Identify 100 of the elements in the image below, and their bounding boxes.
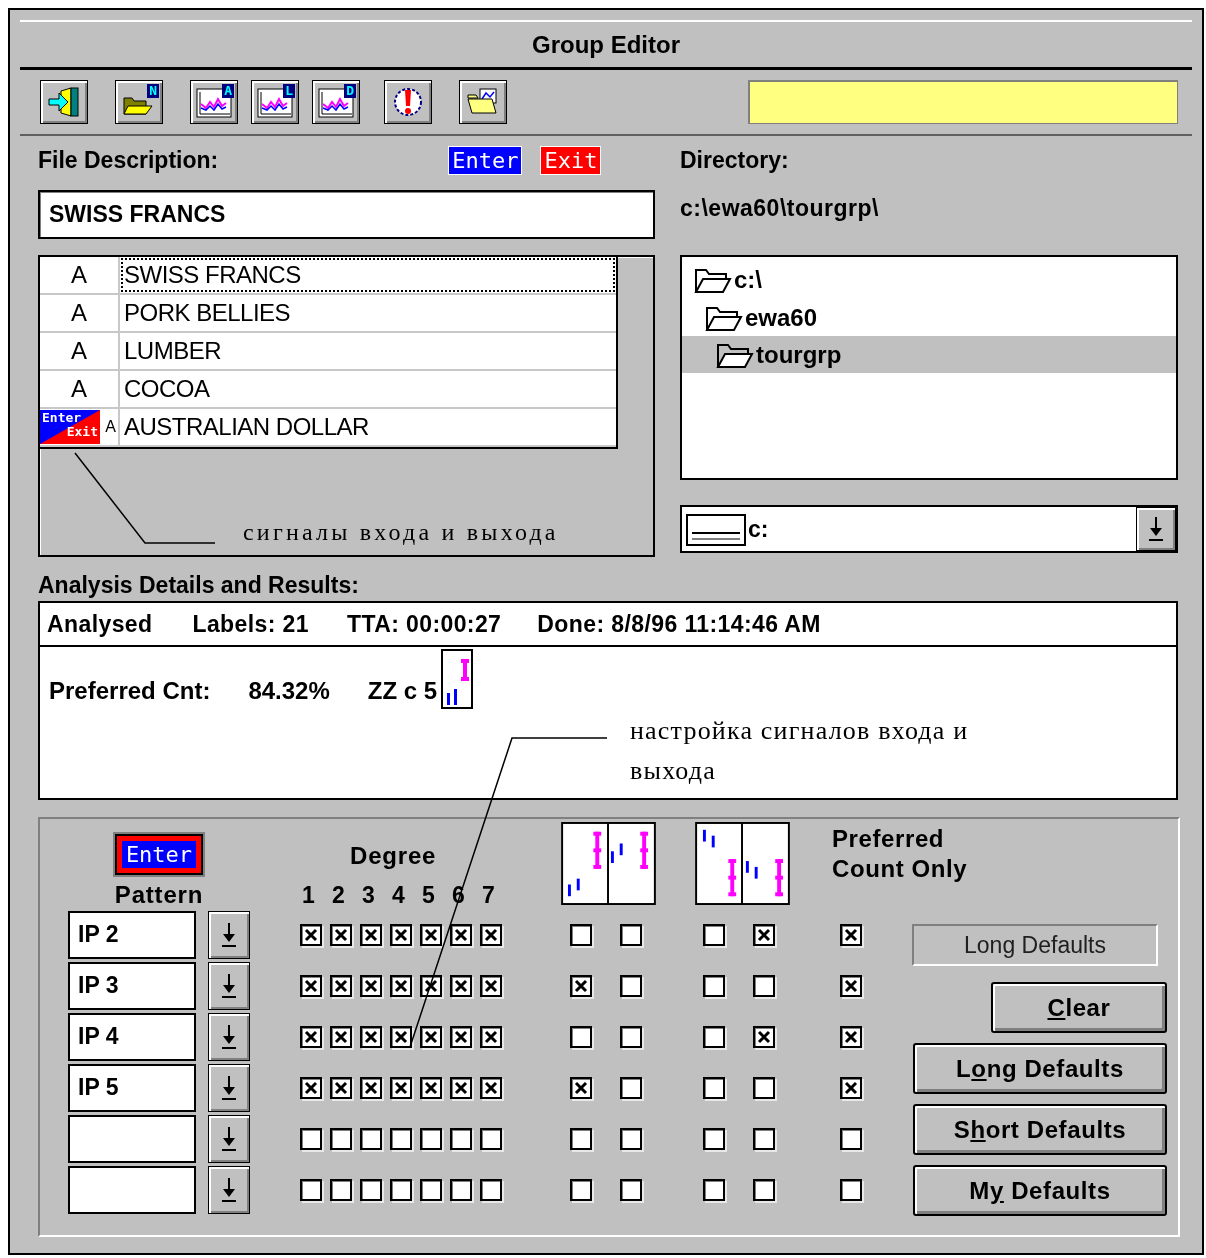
checkbox[interactable] xyxy=(390,1178,412,1201)
checkbox[interactable] xyxy=(420,1178,442,1201)
checkbox[interactable] xyxy=(390,974,412,997)
checkbox[interactable] xyxy=(450,1178,472,1201)
dropdown-button[interactable] xyxy=(208,961,250,1010)
dropdown-button[interactable] xyxy=(208,1165,250,1214)
action-button[interactable]: Short Defaults xyxy=(913,1104,1167,1155)
checkbox[interactable] xyxy=(450,1025,472,1048)
checkbox[interactable] xyxy=(570,1178,592,1201)
checkbox[interactable] xyxy=(330,923,352,946)
list-row[interactable]: A SWISS FRANCS xyxy=(40,257,616,295)
toolbar-button[interactable]: N xyxy=(115,80,163,124)
list-row[interactable]: A Enter Exit AUSTRALIAN DOLLAR xyxy=(40,409,616,447)
toolbar-button[interactable] xyxy=(384,80,432,124)
checkbox[interactable] xyxy=(480,1025,502,1048)
checkbox[interactable] xyxy=(703,923,725,946)
pattern-field[interactable]: IP 2 xyxy=(68,910,196,959)
list-row[interactable]: A COCOA xyxy=(40,371,616,409)
list-row[interactable]: A LUMBER xyxy=(40,333,616,371)
checkbox[interactable] xyxy=(753,1076,775,1099)
checkbox[interactable] xyxy=(330,1127,352,1150)
checkbox[interactable] xyxy=(300,1076,322,1099)
checkbox[interactable] xyxy=(390,1025,412,1048)
checkbox[interactable] xyxy=(450,1127,472,1150)
checkbox[interactable] xyxy=(753,923,775,946)
checkbox[interactable] xyxy=(300,974,322,997)
checkbox[interactable] xyxy=(300,1127,322,1150)
checkbox[interactable] xyxy=(620,923,642,946)
checkbox[interactable] xyxy=(330,1076,352,1099)
checkbox[interactable] xyxy=(480,923,502,946)
checkbox[interactable] xyxy=(703,1127,725,1150)
checkbox[interactable] xyxy=(360,1076,382,1099)
checkbox[interactable] xyxy=(753,1178,775,1201)
dropdown-button[interactable] xyxy=(208,1012,250,1061)
checkbox[interactable] xyxy=(420,1025,442,1048)
checkbox[interactable] xyxy=(840,1127,862,1150)
checkbox[interactable] xyxy=(570,1076,592,1099)
checkbox[interactable] xyxy=(840,1178,862,1201)
description-field[interactable]: SWISS FRANCS xyxy=(38,190,655,239)
checkbox[interactable] xyxy=(450,1076,472,1099)
checkbox[interactable] xyxy=(360,1127,382,1150)
checkbox[interactable] xyxy=(360,974,382,997)
checkbox[interactable] xyxy=(753,1127,775,1150)
toolbar-button[interactable]: L xyxy=(251,80,299,124)
toolbar-button[interactable] xyxy=(40,80,88,124)
toolbar-button[interactable]: A xyxy=(190,80,238,124)
action-button[interactable]: My Defaults xyxy=(913,1165,1167,1216)
enter-button[interactable]: Enter xyxy=(114,834,204,875)
checkbox[interactable] xyxy=(620,1178,642,1201)
checkbox[interactable] xyxy=(390,923,412,946)
checkbox[interactable] xyxy=(420,923,442,946)
checkbox[interactable] xyxy=(703,1076,725,1099)
pattern-field[interactable]: IP 5 xyxy=(68,1063,196,1112)
pattern-field[interactable] xyxy=(68,1114,196,1163)
checkbox[interactable] xyxy=(620,1025,642,1048)
checkbox[interactable] xyxy=(620,1127,642,1150)
checkbox[interactable] xyxy=(620,1076,642,1099)
dropdown-button[interactable] xyxy=(208,1114,250,1163)
checkbox[interactable] xyxy=(753,1025,775,1048)
checkbox[interactable] xyxy=(360,1025,382,1048)
checkbox[interactable] xyxy=(300,923,322,946)
checkbox[interactable] xyxy=(390,1127,412,1150)
checkbox[interactable] xyxy=(840,923,862,946)
checkbox[interactable] xyxy=(570,1127,592,1150)
checkbox[interactable] xyxy=(620,974,642,997)
checkbox[interactable] xyxy=(703,1025,725,1048)
checkbox[interactable] xyxy=(330,974,352,997)
dropdown-button[interactable] xyxy=(1136,507,1176,551)
action-button[interactable]: Clear xyxy=(991,982,1167,1033)
checkbox[interactable] xyxy=(840,1025,862,1048)
dropdown-button[interactable] xyxy=(208,1063,250,1112)
checkbox[interactable] xyxy=(480,1178,502,1201)
checkbox[interactable] xyxy=(420,1127,442,1150)
tree-item[interactable]: tourgrp xyxy=(682,336,1176,373)
checkbox[interactable] xyxy=(450,923,472,946)
checkbox[interactable] xyxy=(753,974,775,997)
checkbox[interactable] xyxy=(480,1076,502,1099)
checkbox[interactable] xyxy=(390,1076,412,1099)
checkbox[interactable] xyxy=(330,1025,352,1048)
action-button[interactable]: Long Defaults xyxy=(913,1043,1167,1094)
pattern-field[interactable] xyxy=(68,1165,196,1214)
pattern-field[interactable]: IP 3 xyxy=(68,961,196,1010)
checkbox[interactable] xyxy=(300,1025,322,1048)
list-row[interactable]: A PORK BELLIES xyxy=(40,295,616,333)
checkbox[interactable] xyxy=(420,1076,442,1099)
checkbox[interactable] xyxy=(703,1178,725,1201)
pattern-field[interactable]: IP 4 xyxy=(68,1012,196,1061)
checkbox[interactable] xyxy=(450,974,472,997)
checkbox[interactable] xyxy=(840,974,862,997)
toolbar-button[interactable] xyxy=(459,80,507,124)
checkbox[interactable] xyxy=(570,1025,592,1048)
toolbar-button[interactable]: D xyxy=(312,80,360,124)
checkbox[interactable] xyxy=(360,1178,382,1201)
checkbox[interactable] xyxy=(330,1178,352,1201)
dropdown-button[interactable] xyxy=(208,910,250,959)
checkbox[interactable] xyxy=(480,1127,502,1150)
checkbox[interactable] xyxy=(570,974,592,997)
checkbox[interactable] xyxy=(703,974,725,997)
drive-dropdown[interactable]: c: xyxy=(680,505,1178,553)
checkbox[interactable] xyxy=(300,1178,322,1201)
